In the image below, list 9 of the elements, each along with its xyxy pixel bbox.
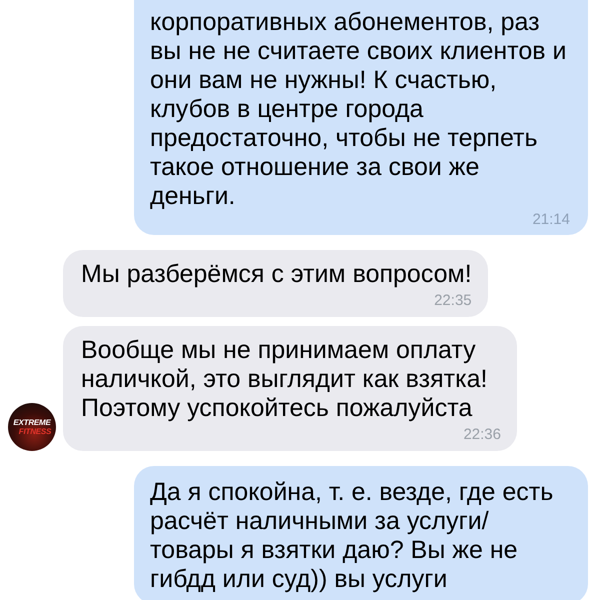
message-time: 22:36 bbox=[463, 426, 501, 444]
message-time: 22:35 bbox=[434, 292, 472, 310]
logo-text: FITNESS bbox=[18, 427, 52, 436]
logo-text: EXTREME bbox=[13, 418, 51, 427]
message-time: 21:14 bbox=[532, 211, 570, 229]
message-text: Да я спокойна, т. е. везде, где есть расчёт наличными за услуги/товары я взятки даю? Вы же не гибдд или суд)) вы услуги bbox=[150, 478, 554, 594]
message-text: Вообще мы не принимаем оплату наличкой, это выглядит как взятка! Поэтому успокойтесь пожалуйста bbox=[81, 336, 488, 423]
message-text: корпоративных абонементов, раз вы не не считаете своих клиентов и они вам не нужны! К счастью, клубов в центре города предостаточно, чтобы не терпеть такое отношение за свои же деньги. bbox=[150, 8, 568, 211]
message-text: Мы разберёмся с этим вопросом! bbox=[81, 260, 472, 289]
